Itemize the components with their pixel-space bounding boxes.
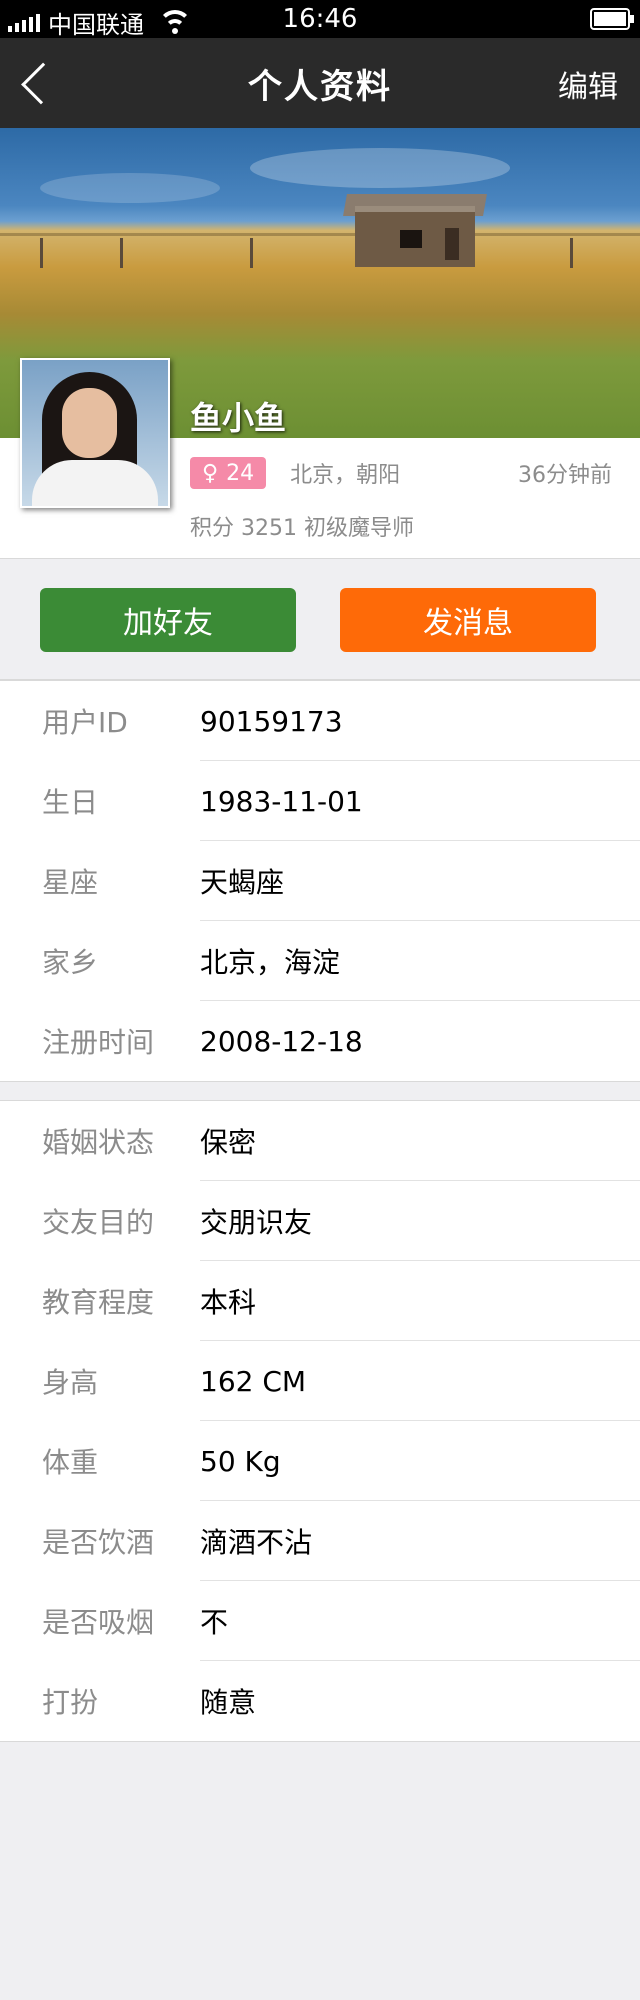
score-level: 积分 3251 初级魔导师 xyxy=(190,516,414,541)
row-label: 交友目的 xyxy=(42,1206,155,1239)
row-label: 家乡 xyxy=(42,946,99,979)
row-label: 体重 xyxy=(42,1446,99,1479)
details-section: 婚姻状态 保密 交友目的 交朋识友 教育程度 本科 身高 162 CM 体重 5… xyxy=(0,1100,640,1742)
back-button[interactable] xyxy=(16,56,63,110)
row-value: 北京，海淀 xyxy=(200,946,341,979)
age: 24 xyxy=(226,460,255,486)
row-value: 1983-11-01 xyxy=(200,784,363,818)
detail-row-smoking: 是否吸烟 不 xyxy=(0,1581,640,1661)
info-row-user-id: 用户ID 90159173 xyxy=(0,681,640,761)
info-row-birthday: 生日 1983-11-01 xyxy=(0,761,640,841)
row-label: 打扮 xyxy=(42,1686,99,1719)
row-value: 90159173 xyxy=(200,704,343,738)
row-label: 注册时间 xyxy=(42,1026,155,1059)
edit-button[interactable]: 编辑 xyxy=(558,62,618,106)
row-label: 是否饮酒 xyxy=(42,1526,155,1559)
row-label: 用户ID xyxy=(42,706,128,739)
row-value: 保密 xyxy=(200,1126,257,1159)
detail-row-education: 教育程度 本科 xyxy=(0,1261,640,1341)
row-value: 滴酒不沾 xyxy=(200,1526,313,1559)
info-row-register-date: 注册时间 2008-12-18 xyxy=(0,1001,640,1081)
row-label: 身高 xyxy=(42,1366,99,1399)
detail-row-height: 身高 162 CM xyxy=(0,1341,640,1421)
page-title: 个人资料 xyxy=(248,66,392,107)
row-value: 162 CM xyxy=(200,1364,307,1398)
location: 北京，朝阳 xyxy=(290,463,401,488)
row-label: 是否吸烟 xyxy=(42,1606,155,1639)
add-friend-button[interactable]: 加好友 xyxy=(40,588,296,652)
nav-bar: 个人资料 编辑 xyxy=(0,38,640,128)
nickname: 鱼小鱼 xyxy=(190,399,287,437)
detail-row-marital: 婚姻状态 保密 xyxy=(0,1101,640,1181)
signal-icon xyxy=(8,13,40,32)
chevron-left-icon xyxy=(21,62,63,104)
status-time: 16:46 xyxy=(282,4,358,34)
avatar[interactable] xyxy=(20,358,170,508)
status-bar: 中国联通 16:46 xyxy=(0,0,640,40)
gender-age-badge: ♀ 24 xyxy=(190,457,267,489)
basic-info-section: 用户ID 90159173 生日 1983-11-01 星座 天蝎座 家乡 北京… xyxy=(0,680,640,1082)
detail-row-style: 打扮 随意 xyxy=(0,1661,640,1741)
send-message-button[interactable]: 发消息 xyxy=(340,588,596,652)
detail-row-weight: 体重 50 Kg xyxy=(0,1421,640,1501)
row-value: 2008-12-18 xyxy=(200,1024,363,1058)
info-row-zodiac: 星座 天蝎座 xyxy=(0,841,640,921)
carrier-name: 中国联通 xyxy=(48,11,144,39)
row-value: 不 xyxy=(200,1606,229,1639)
row-value: 交朋识友 xyxy=(200,1206,313,1239)
row-value: 随意 xyxy=(200,1686,257,1719)
last-active: 36分钟前 xyxy=(518,463,612,488)
detail-row-purpose: 交友目的 交朋识友 xyxy=(0,1181,640,1261)
row-label: 教育程度 xyxy=(42,1286,155,1319)
row-label: 星座 xyxy=(42,866,99,899)
row-label: 婚姻状态 xyxy=(42,1126,155,1159)
row-value: 本科 xyxy=(200,1286,257,1319)
battery-icon xyxy=(590,8,634,30)
status-left: 中国联通 xyxy=(8,5,190,40)
female-icon: ♀ xyxy=(202,460,219,486)
meta-row: ♀ 24 北京，朝阳 36分钟前 xyxy=(190,456,612,490)
wifi-icon xyxy=(160,12,190,34)
row-value: 天蝎座 xyxy=(200,866,285,899)
action-bar: 加好友 发消息 xyxy=(0,559,640,680)
row-label: 生日 xyxy=(42,786,99,819)
profile-card: 鱼小鱼 ♀ 24 北京，朝阳 36分钟前 积分 3251 初级魔导师 xyxy=(0,358,640,559)
row-value: 50 Kg xyxy=(200,1444,281,1478)
info-row-hometown: 家乡 北京，海淀 xyxy=(0,921,640,1001)
detail-row-drinking: 是否饮酒 滴酒不沾 xyxy=(0,1501,640,1581)
